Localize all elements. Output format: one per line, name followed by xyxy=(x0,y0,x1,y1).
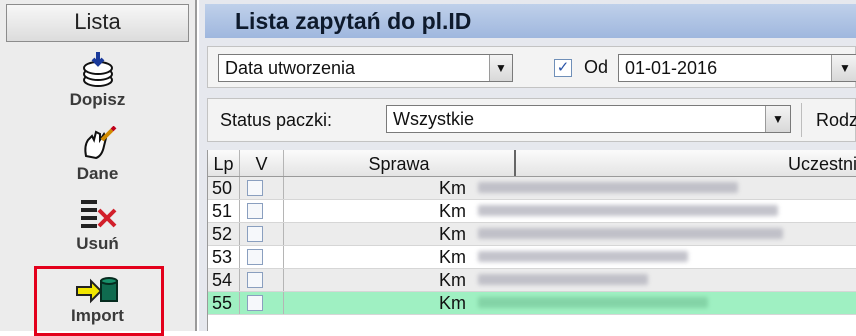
dane-button[interactable]: Dane xyxy=(0,126,195,184)
cell-lp: 50 xyxy=(208,177,240,199)
main-panel: Lista zapytań do pl.ID Data utworzenia ▼… xyxy=(199,0,856,331)
chevron-down-icon[interactable]: ▼ xyxy=(765,106,790,132)
cell-sprawa: Km xyxy=(439,293,466,313)
row-checkbox[interactable] xyxy=(247,203,263,219)
table-row[interactable]: 50 Km xyxy=(208,177,856,200)
dopisz-label: Dopisz xyxy=(69,90,126,109)
divider xyxy=(801,103,802,137)
cell-v xyxy=(240,292,284,314)
table-row[interactable]: 52 Km xyxy=(208,223,856,246)
chevron-down-icon[interactable]: ▼ xyxy=(489,55,512,81)
cell-lp: 52 xyxy=(208,223,240,245)
cell-lp: 51 xyxy=(208,200,240,222)
blurred-content xyxy=(478,297,708,308)
table-row[interactable]: 53 Km xyxy=(208,246,856,269)
sidebar-header: Lista xyxy=(6,4,189,42)
cell-v xyxy=(240,269,284,291)
usun-button[interactable]: Usuń xyxy=(0,196,195,254)
cell-lp: 55 xyxy=(208,292,240,314)
cell-v xyxy=(240,223,284,245)
col-uczestnik[interactable]: Uczestni xyxy=(516,150,856,176)
blurred-content xyxy=(478,251,688,262)
dopisz-button[interactable]: Dopisz xyxy=(0,50,195,110)
row-checkbox[interactable] xyxy=(247,272,263,288)
table-row[interactable]: 54 Km xyxy=(208,269,856,292)
blurred-content xyxy=(478,182,738,193)
status-filter-row: Status paczki: Wszystkie ▼ Rodz xyxy=(207,98,856,142)
status-label: Status paczki: xyxy=(220,110,333,130)
dane-label: Dane xyxy=(76,164,119,183)
date-field-select[interactable]: Data utworzenia ▼ xyxy=(218,54,513,82)
col-lp[interactable]: Lp xyxy=(208,150,240,176)
od-date-value: 01-01-2016 xyxy=(625,58,718,78)
cell-v xyxy=(240,246,284,268)
od-date-input[interactable]: 01-01-2016 ▼ xyxy=(618,54,856,82)
date-filter-row: Data utworzenia ▼ ✓ Od 01-01-2016 ▼ xyxy=(207,46,856,88)
blurred-content xyxy=(478,274,648,285)
cell-lp: 54 xyxy=(208,269,240,291)
stack-add-icon xyxy=(82,52,113,87)
status-value: Wszystkie xyxy=(393,109,474,129)
grid-header: Lp V Sprawa Uczestni xyxy=(208,150,856,177)
row-checkbox[interactable] xyxy=(247,295,263,311)
row-checkbox[interactable] xyxy=(247,249,263,265)
usun-label: Usuń xyxy=(76,234,119,253)
cell-v xyxy=(240,200,284,222)
requests-grid: Lp V Sprawa Uczestni 50 Km 51 Km 52 Km 5… xyxy=(207,150,856,331)
cell-sprawa: Km xyxy=(439,224,466,244)
cell-sprawa: Km xyxy=(439,270,466,290)
blurred-content xyxy=(478,205,778,216)
chevron-down-icon[interactable]: ▼ xyxy=(831,55,856,81)
import-highlight-box xyxy=(34,266,164,336)
list-delete-icon xyxy=(80,200,116,228)
status-select[interactable]: Wszystkie ▼ xyxy=(386,105,791,133)
col-sprawa[interactable]: Sprawa xyxy=(284,150,516,176)
cell-sprawa: Km xyxy=(439,247,466,267)
od-checkbox[interactable]: ✓ xyxy=(554,59,572,77)
rodz-label: Rodz xyxy=(816,110,856,130)
od-label: Od xyxy=(584,57,609,77)
cell-v xyxy=(240,177,284,199)
row-checkbox[interactable] xyxy=(247,226,263,242)
cell-sprawa: Km xyxy=(439,178,466,198)
col-v[interactable]: V xyxy=(240,150,284,176)
cell-lp: 53 xyxy=(208,246,240,268)
table-row[interactable]: 51 Km xyxy=(208,200,856,223)
hand-edit-icon xyxy=(83,126,116,160)
page-title: Lista zapytań do pl.ID xyxy=(235,8,472,34)
table-row[interactable]: 55 Km xyxy=(208,292,856,315)
cell-sprawa: Km xyxy=(439,201,466,221)
row-checkbox[interactable] xyxy=(247,180,263,196)
sidebar: Lista Dopisz Dane Usuń Import xyxy=(0,0,197,336)
title-bar: Lista zapytań do pl.ID xyxy=(205,4,856,38)
date-field-value: Data utworzenia xyxy=(225,58,356,78)
blurred-content xyxy=(478,228,783,239)
